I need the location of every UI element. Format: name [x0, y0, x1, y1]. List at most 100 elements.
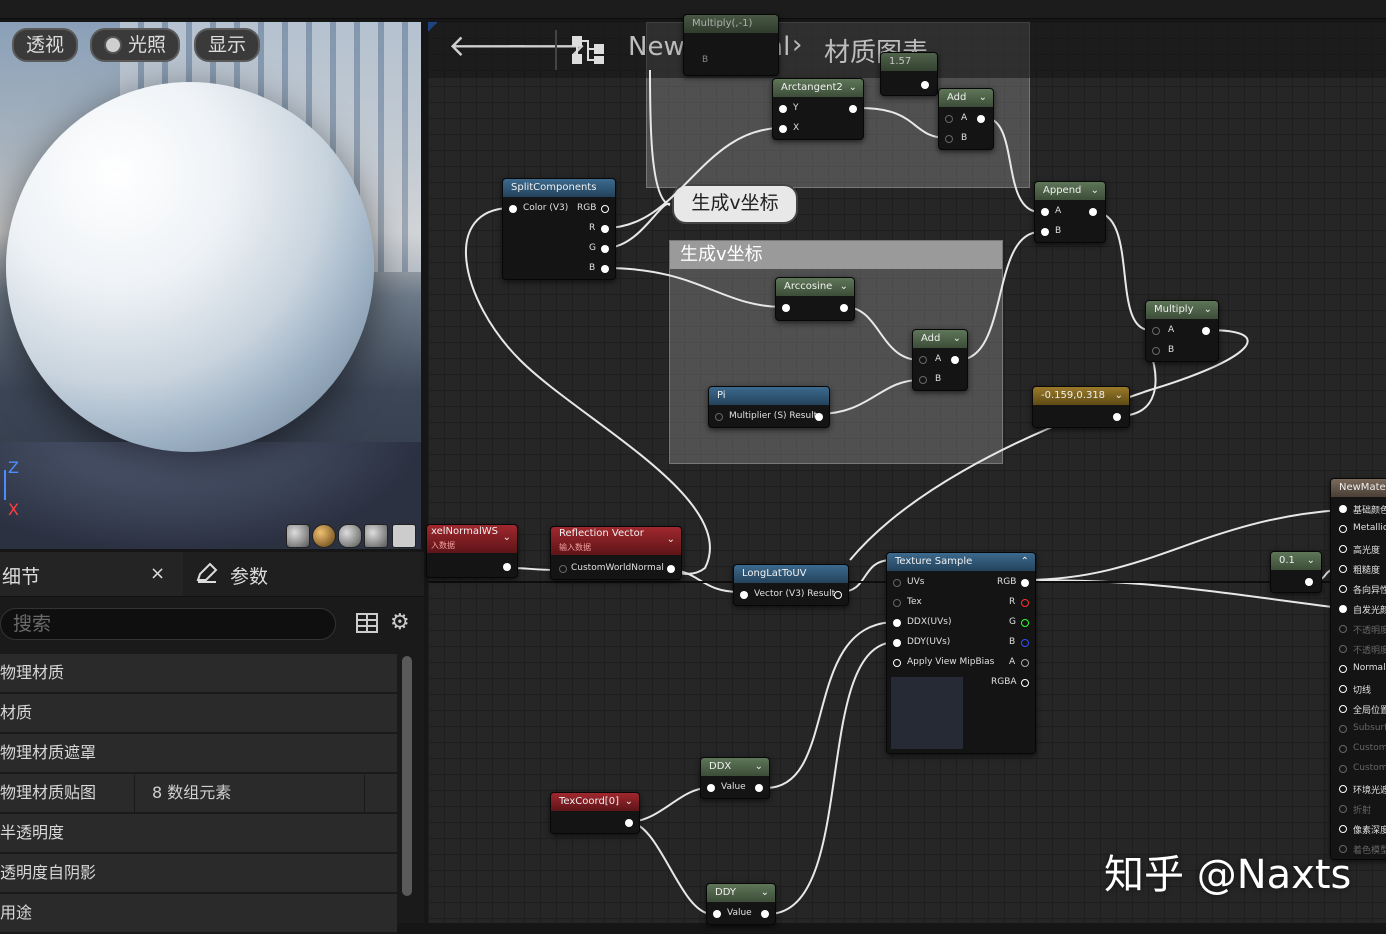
result-input-pin[interactable] — [1339, 825, 1347, 833]
output-pin[interactable] — [761, 910, 769, 918]
result-input-pin[interactable] — [1339, 705, 1347, 713]
node-pixel-normal-ws[interactable]: xelNormalWS 入数据 ⌄ — [426, 524, 518, 578]
output-pin-r[interactable] — [601, 225, 609, 233]
node-material-result[interactable]: NewMater 基础颜色 Metallic 高光度 粗糙度 各向异性 自发光颜 不透明度不… — [1330, 478, 1386, 860]
input-pin-mip[interactable] — [893, 659, 901, 667]
result-input-pin[interactable] — [1339, 565, 1347, 573]
result-input-pin[interactable] — [1339, 785, 1347, 793]
node-append[interactable]: Append ⌄ A B — [1034, 181, 1106, 243]
input-pin[interactable] — [782, 304, 790, 312]
node-texcoord[interactable]: TexCoord[0] ⌄ — [550, 792, 640, 834]
node-multiply-neg1[interactable]: Multiply(,-1) B — [683, 14, 779, 76]
node-constant-157[interactable]: 1.57 — [880, 52, 938, 96]
node-add-top[interactable]: Add ⌄ A B — [938, 88, 994, 150]
input-pin-b[interactable] — [1041, 228, 1049, 236]
input-pin[interactable] — [559, 565, 567, 573]
result-input-pin[interactable] — [1339, 765, 1347, 773]
output-pin[interactable] — [755, 784, 763, 792]
input-pin[interactable] — [713, 910, 721, 918]
input-pin-tex[interactable] — [893, 599, 901, 607]
output-pin-g[interactable] — [601, 245, 609, 253]
input-pin[interactable] — [715, 413, 723, 421]
node-constant-vector[interactable]: -0.159,0.318 ⌄ — [1032, 386, 1130, 428]
chevron-up-icon[interactable]: ⌃ — [1021, 553, 1029, 571]
input-pin-a[interactable] — [1041, 208, 1049, 216]
output-pin[interactable] — [840, 304, 848, 312]
chevron-down-icon[interactable]: ⌄ — [667, 533, 675, 547]
output-pin[interactable] — [1305, 578, 1313, 586]
output-pin[interactable] — [977, 115, 985, 123]
result-input-pin[interactable] — [1339, 725, 1347, 733]
output-pin[interactable] — [834, 591, 842, 599]
chevron-down-icon[interactable]: ⌄ — [849, 79, 857, 97]
result-input-pin[interactable] — [1339, 685, 1347, 693]
node-multiply[interactable]: Multiply ⌄ A B — [1145, 300, 1219, 362]
input-pin-b[interactable] — [919, 376, 927, 384]
result-input-pin[interactable] — [1339, 745, 1347, 753]
input-pin-uvs[interactable] — [893, 579, 901, 587]
output-pin[interactable] — [921, 81, 929, 89]
result-input-pin[interactable] — [1339, 545, 1347, 553]
input-pin-a[interactable] — [1152, 327, 1160, 335]
chevron-down-icon[interactable]: ⌄ — [625, 793, 633, 811]
output-pin[interactable] — [503, 563, 511, 571]
chevron-down-icon[interactable]: ⌄ — [840, 278, 848, 296]
input-pin-b[interactable] — [1152, 347, 1160, 355]
chevron-down-icon[interactable]: ⌄ — [1091, 182, 1099, 200]
node-ddy[interactable]: DDY ⌄ Value — [706, 883, 776, 925]
result-input-pin[interactable] — [1339, 525, 1347, 533]
node-arccosine[interactable]: Arccosine ⌄ — [775, 277, 855, 321]
result-input-pin[interactable] — [1339, 625, 1347, 633]
result-input-pin[interactable] — [1339, 605, 1347, 613]
node-reflection-vector[interactable]: Reflection Vector 输入数据 ⌄ CustomWorldNorm… — [550, 526, 682, 580]
output-pin-b[interactable] — [601, 265, 609, 273]
output-pin[interactable] — [625, 819, 633, 827]
output-pin-rgb[interactable] — [601, 205, 609, 213]
input-pin-ddy[interactable] — [893, 639, 901, 647]
node-add-middle[interactable]: Add ⌄ A B — [912, 329, 968, 391]
output-pin[interactable] — [951, 356, 959, 364]
input-pin-y[interactable] — [779, 105, 787, 113]
input-pin-a[interactable] — [919, 356, 927, 364]
node-ddx[interactable]: DDX ⌄ Value — [700, 757, 770, 799]
input-pin-color[interactable] — [509, 205, 517, 213]
output-pin[interactable] — [1202, 327, 1210, 335]
chevron-down-icon[interactable]: ⌄ — [1204, 301, 1212, 319]
output-pin[interactable] — [1089, 208, 1097, 216]
output-pin[interactable] — [849, 105, 857, 113]
output-pin[interactable] — [667, 565, 675, 573]
result-input-pin[interactable] — [1339, 805, 1347, 813]
node-pi[interactable]: Pi Multiplier (S) Result — [708, 386, 830, 428]
output-pin-rgb[interactable] — [1021, 579, 1029, 587]
result-input-pin[interactable] — [1339, 645, 1347, 653]
output-pin-a[interactable] — [1021, 659, 1029, 667]
input-pin-x[interactable] — [779, 125, 787, 133]
result-input-pin[interactable] — [1339, 505, 1347, 513]
input-pin-a[interactable] — [945, 115, 953, 123]
node-constant-01[interactable]: 0.1 ⌄ — [1270, 551, 1322, 593]
result-input-pin[interactable] — [1339, 665, 1347, 673]
chevron-down-icon[interactable]: ⌄ — [755, 758, 763, 776]
chevron-down-icon[interactable]: ⌄ — [1115, 387, 1123, 405]
output-pin-rgba[interactable] — [1021, 679, 1029, 687]
result-input-pin[interactable] — [1339, 585, 1347, 593]
node-arctangent2[interactable]: Arctangent2 ⌄ Y X — [772, 78, 864, 140]
chevron-down-icon[interactable]: ⌄ — [953, 330, 961, 348]
output-pin[interactable] — [1113, 413, 1121, 421]
node-longlat-to-uv[interactable]: LongLatToUV Vector (V3) Result — [733, 564, 849, 606]
chevron-down-icon[interactable]: ⌄ — [761, 884, 769, 902]
node-split-components[interactable]: SplitComponents Color (V3) RGB R G B — [502, 178, 616, 280]
input-pin-b[interactable] — [945, 135, 953, 143]
output-pin-r[interactable] — [1021, 599, 1029, 607]
input-pin[interactable] — [740, 591, 748, 599]
chevron-down-icon[interactable]: ⌄ — [1307, 552, 1315, 570]
input-pin[interactable] — [707, 784, 715, 792]
output-pin[interactable] — [815, 413, 823, 421]
input-pin-ddx[interactable] — [893, 619, 901, 627]
node-texture-sample[interactable]: Texture Sample ⌃ UVs Tex DDX(UVs) DDY(UVs… — [886, 552, 1036, 754]
node-header: DDY ⌄ — [707, 884, 775, 902]
chevron-down-icon[interactable]: ⌄ — [503, 531, 511, 545]
output-pin-b[interactable] — [1021, 639, 1029, 647]
output-pin-g[interactable] — [1021, 619, 1029, 627]
chevron-down-icon[interactable]: ⌄ — [979, 89, 987, 107]
